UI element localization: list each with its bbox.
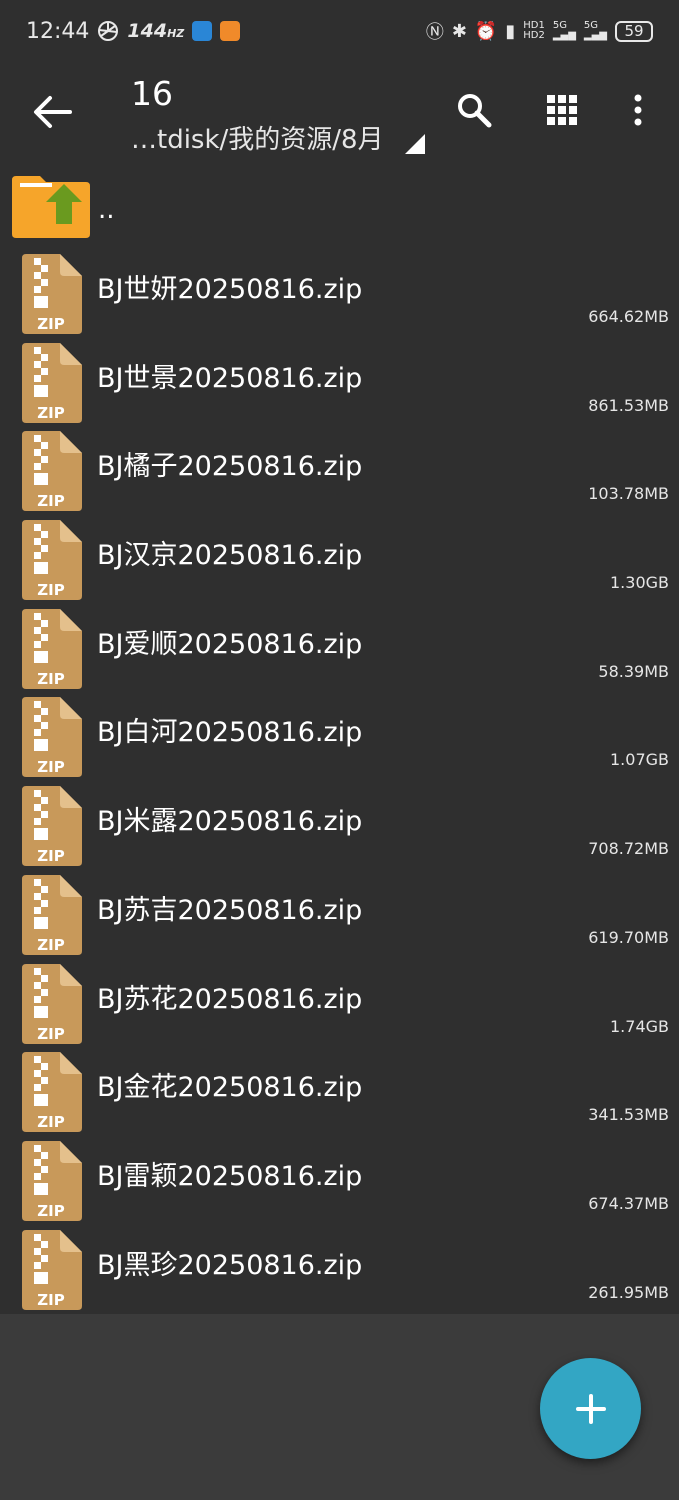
file-name: BJ爱顺20250816.zip (97, 628, 363, 660)
file-size: 708.72MB (588, 839, 669, 859)
back-arrow-icon (34, 96, 72, 128)
file-size: 861.53MB (588, 395, 669, 415)
file-name: BJ黑珍20250816.zip (97, 1249, 363, 1281)
file-list-item[interactable]: ZIP BJ金花20250816.zip 341.53MB (0, 1040, 679, 1133)
folder-up-icon (12, 176, 90, 238)
status-left: 12:44 144HZ (26, 18, 241, 44)
more-options-button[interactable] (614, 86, 662, 134)
search-button[interactable] (450, 86, 498, 134)
file-list: .. ZIP BJ世妍20250816.zip 664.62MB ZIP BJ世… (0, 168, 679, 1310)
file-list-item[interactable]: ZIP BJ橘子20250816.zip 103.78MB (0, 419, 679, 512)
file-name: BJ苏吉20250816.zip (97, 894, 363, 926)
file-list-item[interactable]: ZIP BJ雷颖20250816.zip 674.37MB (0, 1129, 679, 1221)
file-size: 619.70MB (588, 927, 669, 947)
toolbar: 16 …tdisk/我的资源/8月 (0, 62, 679, 166)
file-name: BJ苏花20250816.zip (97, 983, 363, 1015)
file-list-item[interactable]: ZIP BJ世景20250816.zip 861.53MB (0, 331, 679, 423)
zip-file-icon: ZIP (22, 786, 82, 867)
clock: 12:44 (26, 18, 90, 44)
pinwheel-icon (98, 21, 119, 41)
file-name: BJ橘子20250816.zip (97, 451, 363, 483)
breadcrumb-path[interactable]: …tdisk/我的资源/8月 (131, 119, 384, 156)
refresh-rate: 144HZ (127, 20, 185, 42)
zip-file-icon: ZIP (22, 874, 82, 955)
file-size: 103.78MB (588, 484, 669, 504)
more-vert-icon (634, 94, 642, 126)
network-2: 5G ▂▄▆ (583, 20, 607, 41)
grid-view-button[interactable] (538, 86, 586, 134)
file-list-item[interactable]: ZIP BJ米露20250816.zip 708.72MB (0, 774, 679, 867)
file-list-item[interactable]: ZIP BJ苏花20250816.zip 1.74GB (0, 952, 679, 1044)
hd-icon: HD1 HD2 (523, 20, 545, 41)
zip-file-icon: ZIP (22, 1140, 82, 1221)
zip-file-icon: ZIP (22, 254, 82, 334)
add-button[interactable] (540, 1358, 641, 1459)
file-size: 1.74GB (610, 1016, 669, 1036)
file-name: BJ白河20250816.zip (97, 717, 363, 749)
file-size: 674.37MB (588, 1193, 669, 1213)
file-size: 1.30GB (610, 573, 669, 593)
alarm-icon: ⏰ (474, 20, 498, 42)
status-bar: 12:44 144HZ Ⓝ ✱ ⏰ ▮ HD1 HD2 5G ▂▄▆ 5G ▂▄▆ 5… (0, 0, 679, 62)
file-name: BJ米露20250816.zip (97, 806, 363, 838)
app-blue-icon (192, 21, 213, 41)
file-size: 261.95MB (588, 1282, 669, 1302)
battery-indicator: 59 (615, 20, 653, 42)
file-name: BJ世景20250816.zip (97, 362, 363, 394)
file-size: 1.07GB (610, 750, 669, 770)
file-name: BJ世妍20250816.zip (97, 274, 363, 305)
file-list-item[interactable]: ZIP BJ白河20250816.zip 1.07GB (0, 685, 679, 778)
file-list-item[interactable]: ZIP BJ世妍20250816.zip 664.62MB (0, 242, 679, 334)
bluetooth-icon: ✱ (451, 20, 467, 42)
svg-text:ZIP: ZIP (37, 1291, 64, 1309)
search-icon (458, 94, 492, 128)
nfc-icon: Ⓝ (425, 22, 444, 43)
back-button[interactable] (30, 92, 74, 132)
zip-file-icon: ZIP (22, 608, 82, 689)
parent-directory-item[interactable]: .. (0, 168, 679, 242)
file-size: 341.53MB (588, 1105, 669, 1125)
zip-file-icon: ZIP (22, 342, 82, 423)
zip-file-icon: ZIP (22, 431, 82, 512)
network-1: 5G ▂▄▆ (552, 20, 576, 41)
vibrate-icon: ▮ (505, 20, 516, 42)
file-list-item[interactable]: ZIP BJ苏吉20250816.zip 619.70MB (0, 863, 679, 955)
status-right: Ⓝ ✱ ⏰ ▮ HD1 HD2 5G ▂▄▆ 5G ▂▄▆ 59 (426, 18, 653, 44)
file-list-item[interactable]: ZIP BJ汉京20250816.zip 1.30GB (0, 508, 679, 601)
grid-view-icon (547, 95, 577, 125)
plus-icon (575, 1393, 606, 1424)
app-orange-icon (220, 21, 241, 41)
zip-file-icon: ZIP (22, 1229, 82, 1310)
zip-file-icon: ZIP (22, 1052, 82, 1133)
page-title: 16 (131, 74, 173, 113)
file-size: 58.39MB (598, 661, 669, 681)
file-size: 664.62MB (588, 307, 669, 326)
zip-file-icon: ZIP (22, 520, 82, 601)
parent-directory-label: .. (98, 195, 115, 225)
file-list-item[interactable]: ZIP BJ爱顺20250816.zip 58.39MB (0, 597, 679, 689)
file-name: BJ汉京20250816.zip (97, 540, 363, 572)
path-dropdown-indicator[interactable] (405, 134, 425, 154)
file-list-item[interactable]: ZIP BJ黑珍20250816.zip 261.95MB (0, 1218, 679, 1310)
file-name: BJ雷颖20250816.zip (97, 1160, 363, 1192)
zip-file-icon: ZIP (22, 963, 82, 1044)
file-name: BJ金花20250816.zip (97, 1072, 363, 1104)
zip-file-icon: ZIP (22, 697, 82, 778)
